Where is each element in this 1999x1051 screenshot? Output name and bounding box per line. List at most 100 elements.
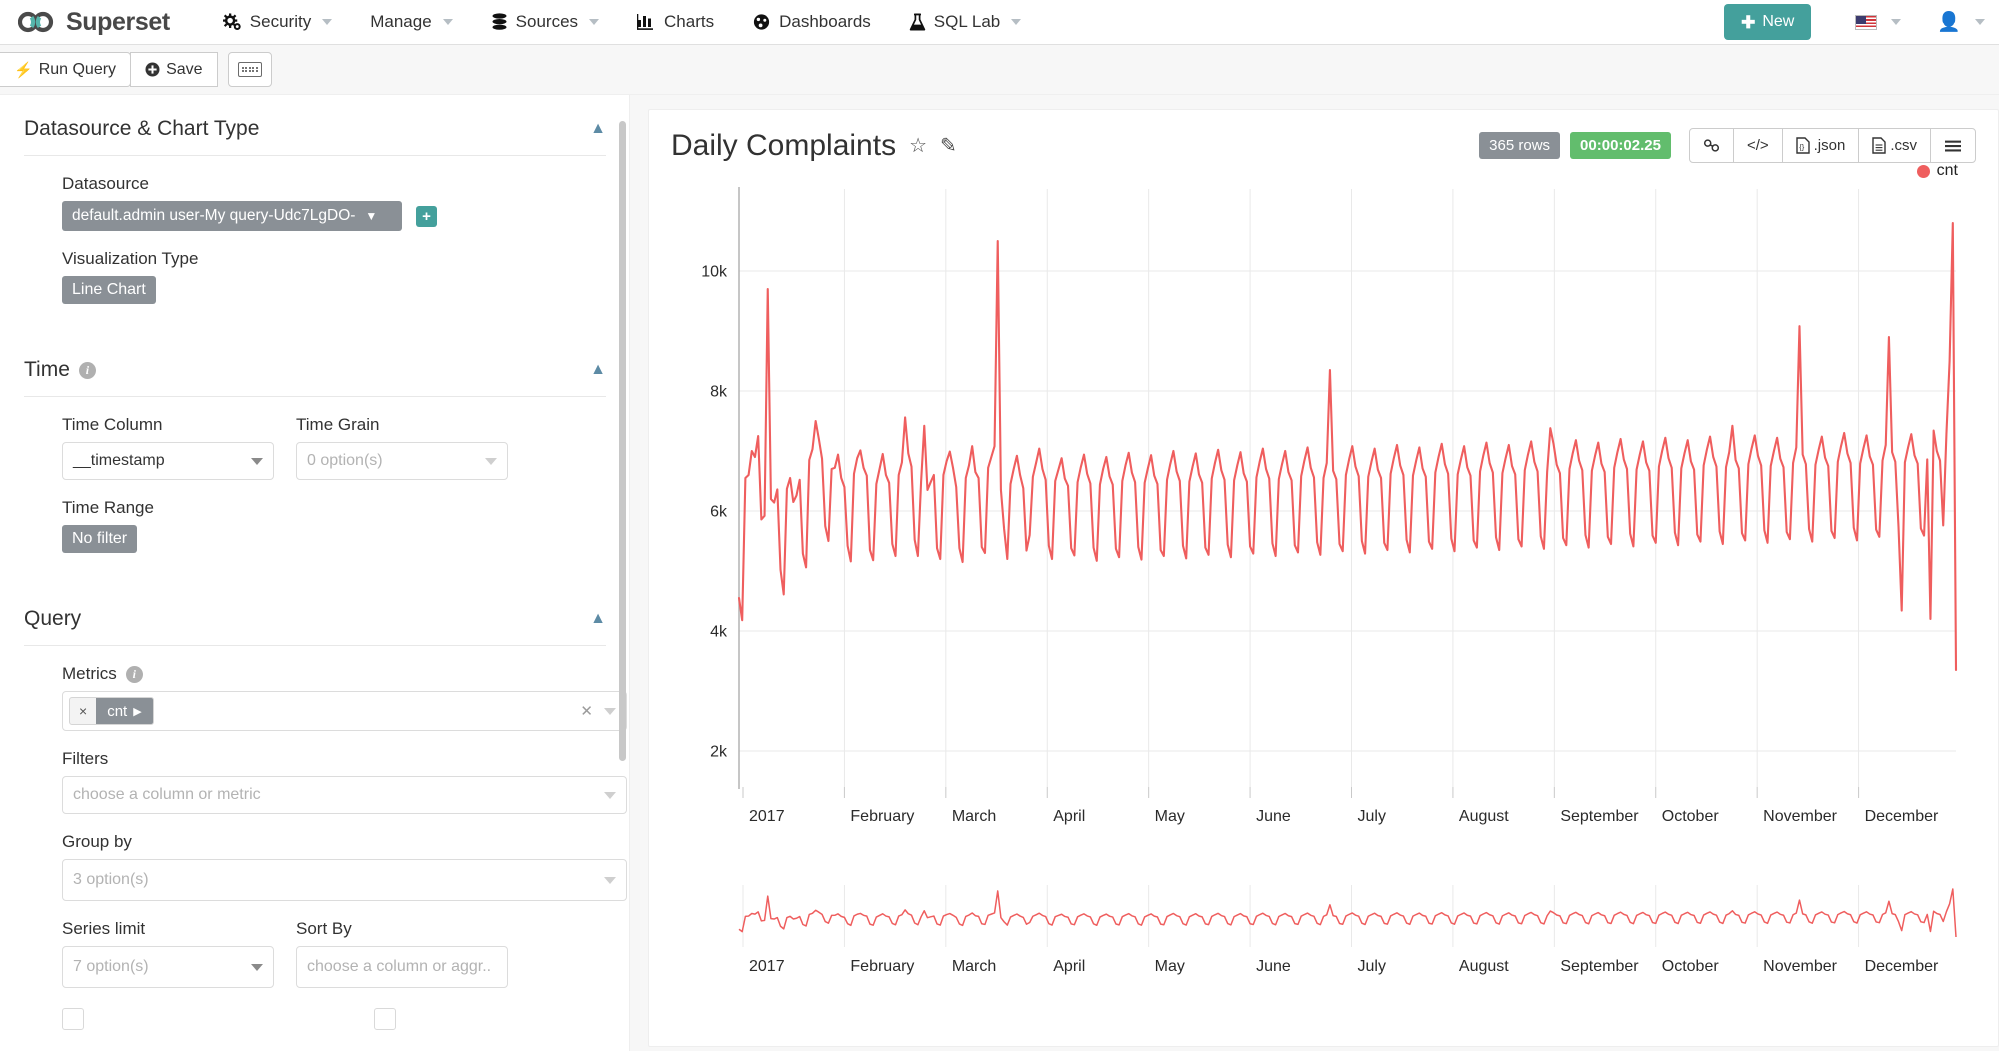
- time-row: Time Column __timestamp Time Grain 0 opt…: [24, 415, 606, 480]
- new-button-label: New: [1762, 13, 1795, 30]
- section-header-datasource[interactable]: Datasource & Chart Type ▲: [24, 95, 606, 156]
- time-column-field: Time Column __timestamp: [62, 415, 274, 480]
- page-title: Daily Complaints: [671, 128, 897, 162]
- group-by-placeholder: 3 option(s): [73, 871, 149, 888]
- chevron-down-icon: [604, 791, 616, 799]
- section-title-query: Query: [24, 607, 82, 630]
- save-button[interactable]: Save: [130, 52, 218, 87]
- superset-brand[interactable]: Superset: [14, 8, 170, 37]
- run-query-button[interactable]: ⚡ Run Query: [0, 52, 132, 87]
- sort-by-field: Sort By choose a column or aggr..: [296, 919, 508, 988]
- info-icon[interactable]: i: [78, 361, 96, 379]
- nav-item-security[interactable]: Security: [204, 0, 351, 45]
- time-column-select[interactable]: __timestamp: [62, 442, 274, 480]
- time-range-value[interactable]: No filter: [62, 525, 138, 553]
- group-by-field: Group by 3 option(s): [24, 832, 627, 901]
- nav-item-charts[interactable]: Charts: [618, 0, 733, 45]
- star-icon[interactable]: ☆: [909, 133, 927, 158]
- keyboard-shortcuts-button[interactable]: [227, 52, 272, 87]
- panel-scrollbar[interactable]: [619, 121, 626, 761]
- svg-text:2k: 2k: [710, 744, 728, 761]
- chart-title-group: Daily Complaints ☆ ✎: [671, 129, 957, 163]
- section-time: Time i ▲ Time Column __timestamp Time Gr…: [0, 336, 629, 553]
- play-icon: ▶: [133, 705, 142, 718]
- query-time-badge: 00:00:02.25: [1570, 132, 1671, 159]
- bar-chart-icon: [637, 14, 654, 30]
- svg-text:September: September: [1560, 958, 1639, 975]
- plus-circle-icon: [145, 62, 160, 77]
- chevron-down-icon[interactable]: [1975, 19, 1985, 25]
- datasource-value: default.admin user-My query-Udc7LgDO-: [72, 207, 356, 224]
- export-json-button[interactable]: {} .json: [1781, 128, 1860, 163]
- chart-minimap-brush[interactable]: 2017 February March April May June July August S…: [671, 877, 1961, 992]
- nav-item-sql-lab-label: SQL Lab: [933, 12, 1001, 31]
- info-icon[interactable]: i: [125, 665, 143, 683]
- chevron-down-icon: [1011, 19, 1022, 25]
- csv-file-icon: [1872, 137, 1887, 154]
- nav-item-sql-lab[interactable]: SQL Lab: [890, 0, 1040, 45]
- series-limit-select[interactable]: 7 option(s): [62, 946, 274, 988]
- user-icon[interactable]: 👤: [1937, 10, 1961, 34]
- filters-placeholder: choose a column or metric: [73, 786, 261, 803]
- datasource-select[interactable]: default.admin user-My query-Udc7LgDO- ▼: [62, 201, 402, 231]
- svg-text:February: February: [850, 958, 914, 975]
- line-chart-plot[interactable]: 2k 4k 6k 8k 10k 2017 February March April May June…: [671, 177, 1961, 877]
- filters-input[interactable]: choose a column or metric: [62, 776, 627, 814]
- viz-type-value[interactable]: Line Chart: [62, 276, 156, 304]
- viz-type-label: Visualization Type: [62, 249, 199, 268]
- nav-item-security-label: Security: [249, 12, 312, 31]
- checkbox-right[interactable]: [374, 1008, 396, 1030]
- chevron-down-icon: [251, 963, 263, 971]
- legend-color-swatch: [1916, 164, 1930, 178]
- checkbox-left[interactable]: [62, 1008, 84, 1030]
- metrics-input[interactable]: × cnt ▶ ✕: [62, 691, 627, 731]
- svg-text:June: June: [1256, 958, 1291, 975]
- us-flag-icon[interactable]: [1855, 14, 1878, 30]
- section-header-time[interactable]: Time i ▲: [24, 336, 606, 397]
- main-layout: Datasource & Chart Type ▲ Datasource def…: [0, 95, 1999, 1051]
- nav-item-dashboards[interactable]: Dashboards: [733, 0, 890, 45]
- chevron-up-icon[interactable]: ▲: [590, 361, 606, 379]
- nav-item-manage[interactable]: Manage: [351, 0, 471, 45]
- chart-area: Daily Complaints ☆ ✎ 365 rows 00:00:02.2…: [630, 95, 1999, 1051]
- svg-text:{}: {}: [1799, 142, 1805, 151]
- link-icon: [1703, 139, 1720, 152]
- clear-metrics-button[interactable]: ✕: [580, 702, 593, 720]
- metric-name[interactable]: cnt ▶: [96, 698, 153, 724]
- time-grain-select[interactable]: 0 option(s): [296, 442, 508, 480]
- series-limit-label: Series limit: [62, 919, 146, 938]
- chevron-down-icon[interactable]: [604, 707, 616, 715]
- svg-text:July: July: [1358, 808, 1386, 825]
- add-datasource-button[interactable]: +: [416, 205, 437, 227]
- more-menu-button[interactable]: [1930, 128, 1976, 163]
- keyboard-icon: [237, 62, 262, 77]
- svg-text:10k: 10k: [701, 264, 728, 281]
- section-header-query[interactable]: Query ▲: [24, 585, 606, 646]
- metrics-label: Metrics: [62, 664, 117, 683]
- time-grain-field: Time Grain 0 option(s): [296, 415, 508, 480]
- new-button[interactable]: ✚ New: [1724, 4, 1812, 40]
- export-csv-button[interactable]: .csv: [1858, 128, 1931, 163]
- nav-item-sources[interactable]: Sources: [472, 0, 618, 45]
- share-link-button[interactable]: [1688, 128, 1734, 163]
- metric-tag[interactable]: × cnt ▶: [69, 697, 154, 725]
- sort-by-input[interactable]: choose a column or aggr..: [296, 946, 508, 988]
- save-button-label: Save: [166, 60, 203, 78]
- chevron-up-icon[interactable]: ▲: [590, 610, 606, 628]
- datasource-field: Datasource default.admin user-My query-U…: [24, 174, 606, 231]
- svg-text:December: December: [1865, 808, 1939, 825]
- database-icon: [492, 13, 507, 30]
- viz-type-field: Visualization Type Line Chart: [24, 249, 606, 304]
- chevron-down-icon[interactable]: [1891, 19, 1902, 25]
- view-query-button[interactable]: </>: [1732, 128, 1783, 163]
- edit-icon[interactable]: ✎: [940, 133, 957, 158]
- run-query-label: Run Query: [38, 60, 117, 78]
- chart-header-actions: 365 rows 00:00:02.25 </> {} .json .csv: [1479, 128, 1976, 163]
- svg-text:September: September: [1560, 808, 1639, 825]
- json-file-icon: {}: [1795, 137, 1810, 154]
- svg-text:May: May: [1155, 958, 1185, 975]
- chevron-up-icon[interactable]: ▲: [590, 120, 606, 138]
- remove-metric-button[interactable]: ×: [70, 703, 96, 719]
- group-by-input[interactable]: 3 option(s): [62, 859, 627, 901]
- nav-item-charts-label: Charts: [664, 12, 715, 31]
